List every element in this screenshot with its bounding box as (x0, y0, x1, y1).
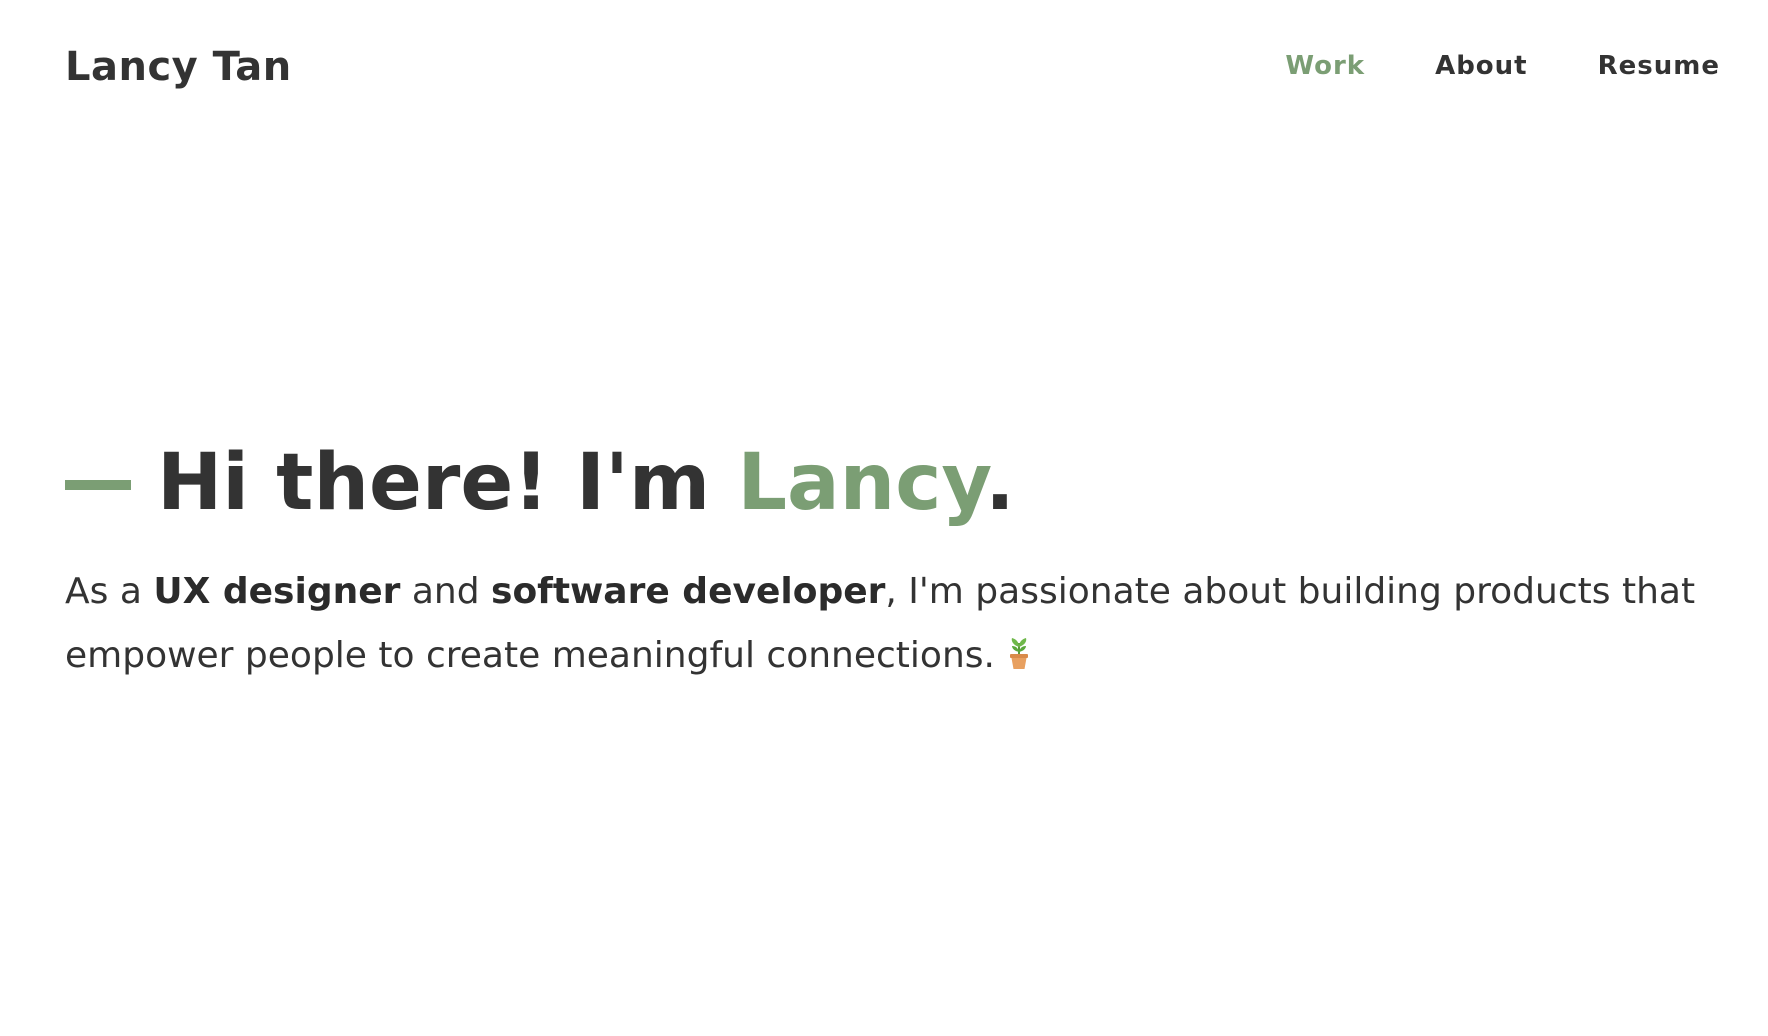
nav-link-work[interactable]: Work (1285, 51, 1365, 81)
hero-section: Hi there! I'm Lancy. As a UX designer an… (65, 438, 1705, 688)
nav-link-resume[interactable]: Resume (1598, 51, 1720, 81)
headline-suffix: . (985, 438, 1015, 528)
hero-intro: As a UX designer and software developer,… (65, 560, 1705, 688)
main-nav: Work About Resume (1215, 51, 1720, 81)
intro-role-dev: software developer (491, 571, 886, 612)
headline-name: Lancy (737, 438, 986, 528)
site-header: Lancy Tan Work About Resume (0, 0, 1768, 140)
headline-prefix: Hi there! I'm (157, 438, 738, 528)
site-logo[interactable]: Lancy Tan (65, 44, 292, 90)
intro-part2: and (400, 571, 492, 612)
potted-plant-icon (1005, 628, 1033, 669)
headline-greeting: Hi there! I'm Lancy. (157, 438, 1015, 528)
hero-headline: Hi there! I'm Lancy. (65, 438, 1705, 528)
nav-link-about[interactable]: About (1435, 51, 1528, 81)
accent-dash (65, 480, 131, 490)
intro-part1: As a (65, 571, 154, 612)
intro-role-ux: UX designer (153, 571, 401, 612)
